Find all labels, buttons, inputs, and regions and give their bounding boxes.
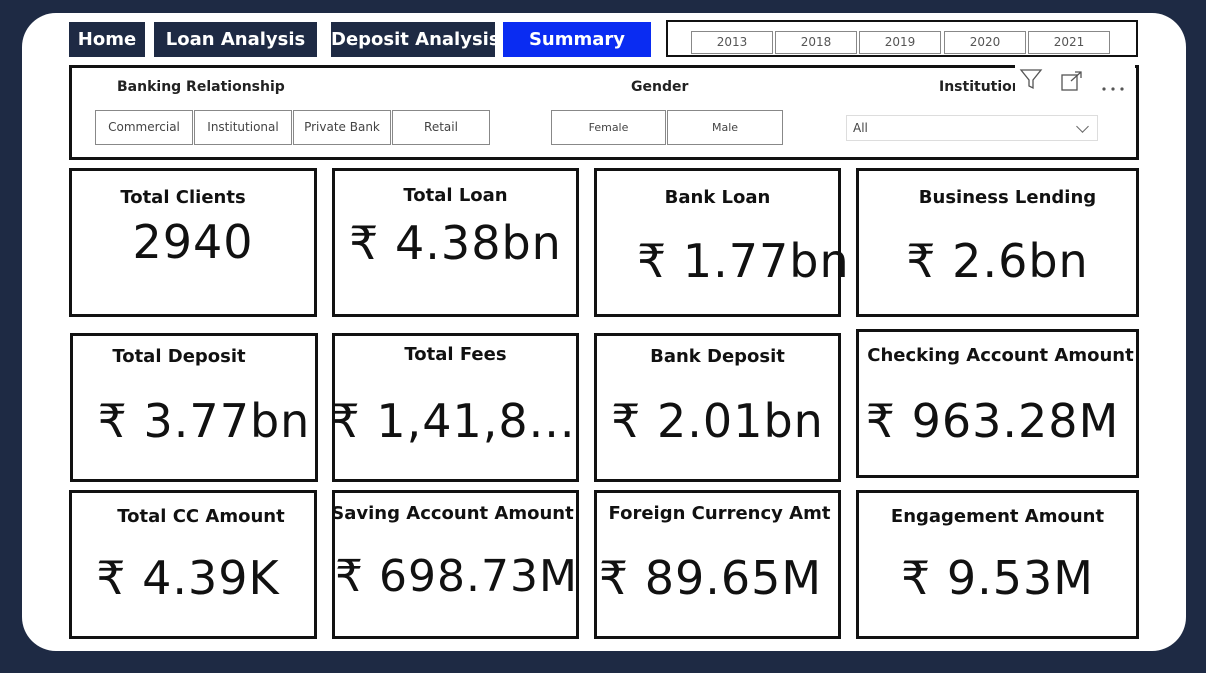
year-2018-button[interactable]: 2018 [775,31,857,54]
filter-panel: Banking Relationship Commercial Institut… [69,65,1139,160]
year-2021-button[interactable]: 2021 [1028,31,1110,54]
kpi-card-total-loan: Total Loan ₹ 4.38bn [332,168,579,317]
card-title: Bank Loan [664,187,771,208]
kpi-card-business-lending: Business Lending ₹ 2.6bn [856,168,1139,317]
kpi-card-total-clients: Total Clients 2940 [69,168,317,317]
card-title: Business Lending [918,187,1097,208]
institution-dropdown-value: All [853,121,868,135]
institution-title: Institution [939,79,1022,95]
kpi-card-engagement-amount: Engagement Amount ₹ 9.53M [856,490,1139,639]
card-title: Checking Account Amount [867,345,1134,366]
card-value: ₹ 89.65M [598,551,823,605]
card-title: Foreign Currency Amt [608,503,831,524]
slicer-retail[interactable]: Retail [392,110,490,145]
nav-home-button[interactable]: Home [69,22,145,57]
year-2019-button[interactable]: 2019 [859,31,941,54]
card-title: Total Loan [403,185,508,206]
kpi-card-total-fees: Total Fees ₹ 1,41,8... [330,333,579,482]
kpi-card-total-deposit: Total Deposit ₹ 3.77bn [70,333,318,482]
filter-icon[interactable] [1019,67,1043,95]
nav-summary-button[interactable]: Summary [503,22,651,57]
card-title: Total Deposit [112,346,246,367]
slicer-commercial[interactable]: Commercial [95,110,193,145]
card-title: Engagement Amount [890,506,1105,527]
kpi-card-checking-account-amount: Checking Account Amount ₹ 963.28M [856,329,1139,478]
kpi-card-foreign-currency-amt: Foreign Currency Amt ₹ 89.65M [594,490,841,639]
gender-title: Gender [631,79,689,95]
year-slicer: 2013 2018 2019 2020 2021 [666,20,1138,57]
slicer-female[interactable]: Female [551,110,666,145]
institution-dropdown[interactable]: All [846,115,1098,141]
year-2013-button[interactable]: 2013 [691,31,773,54]
kpi-card-saving-account-amount: Saving Account Amount ₹ 698.73M [331,490,579,639]
card-title: Saving Account Amount [331,503,574,524]
focus-mode-icon[interactable] [1061,71,1083,95]
nav-deposit-analysis-button[interactable]: Deposit Analysis [331,22,500,57]
card-value: 2940 [132,215,254,269]
visual-header [1015,65,1135,95]
nav-loan-analysis-button[interactable]: Loan Analysis [154,22,317,57]
card-title: Total Clients [120,187,246,208]
slicer-institutional[interactable]: Institutional [194,110,292,145]
slicer-male[interactable]: Male [667,110,783,145]
card-value: ₹ 1.77bn [637,234,850,288]
kpi-card-bank-loan: Bank Loan ₹ 1.77bn [594,168,850,317]
banking-relationship-title: Banking Relationship [117,79,285,95]
more-options-icon[interactable] [1101,77,1125,96]
card-value: ₹ 2.6bn [906,234,1089,288]
card-value: ₹ 4.38bn [349,216,562,270]
card-value: ₹ 963.28M [865,394,1120,448]
chevron-down-icon [1076,120,1089,133]
card-value: ₹ 9.53M [901,551,1094,605]
kpi-card-bank-deposit: Bank Deposit ₹ 2.01bn [594,333,841,482]
year-2020-button[interactable]: 2020 [944,31,1026,54]
card-value: ₹ 1,41,8... [330,394,576,448]
slicer-private-bank[interactable]: Private Bank [293,110,391,145]
card-value: ₹ 2.01bn [611,394,824,448]
card-title: Bank Deposit [650,346,785,367]
card-value: ₹ 4.39K [96,551,280,605]
card-value: ₹ 698.73M [335,551,578,602]
card-title: Total Fees [404,344,507,365]
card-title: Total CC Amount [117,506,285,527]
kpi-card-total-cc-amount: Total CC Amount ₹ 4.39K [69,490,317,639]
card-value: ₹ 3.77bn [97,394,311,448]
